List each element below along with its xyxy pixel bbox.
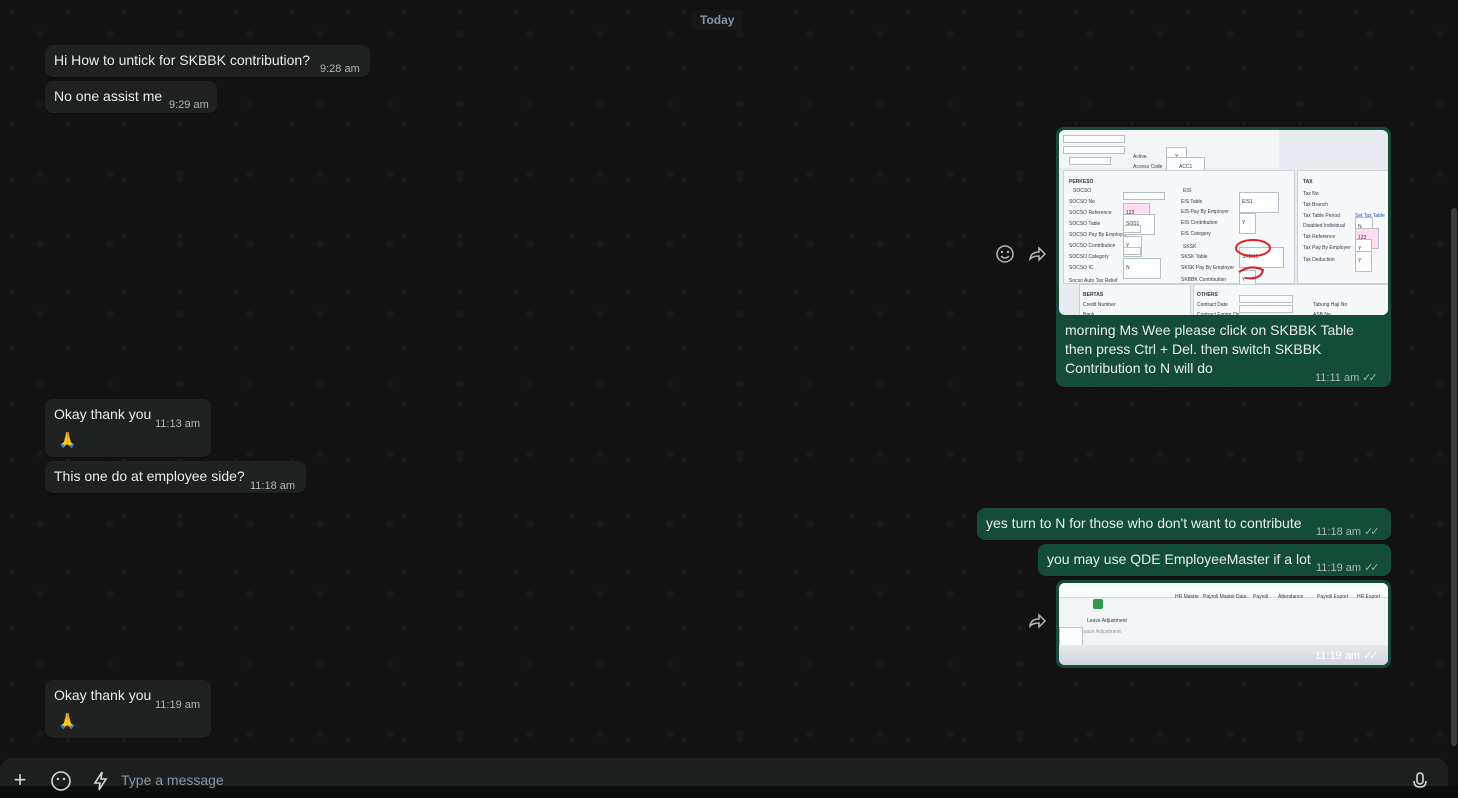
menu-item: Data: [1236, 594, 1247, 600]
message-time: 11:19 am ✓✓: [1316, 562, 1380, 574]
outgoing-image-message[interactable]: Active Access Code Y ACC1 PERKESO SOCSO …: [1056, 127, 1391, 387]
message-text: you may use QDE EmployeeMaster if a lot: [1047, 551, 1311, 567]
message-text: No one assist me: [54, 88, 163, 104]
incoming-message[interactable]: No one assist me 9:29 am: [45, 81, 217, 113]
double-check-icon: ✓✓: [1364, 562, 1380, 574]
menu-item: Payroll Export: [1317, 594, 1349, 600]
folded-hands-emoji: 🙏: [58, 432, 77, 449]
chat-wallpaper: [0, 0, 1458, 786]
caption-line: Contribution to N will do: [1065, 360, 1213, 376]
eis-value: EIS1: [1239, 192, 1279, 213]
message-time: 11:19 am: [155, 699, 201, 711]
smiley-icon[interactable]: [993, 244, 1017, 268]
incoming-message[interactable]: This one do at employee side? 11:18 am: [45, 461, 306, 493]
tax-value: Y: [1355, 251, 1373, 272]
incoming-message[interactable]: Okay thank you 🙏 11:19 am: [45, 680, 211, 738]
message-time: 9:28 am: [320, 63, 360, 75]
menu-item: HR Export: [1357, 594, 1381, 600]
message-time: 11:19 am ✓✓: [1315, 650, 1379, 662]
bottom-field: Bank: [1083, 312, 1095, 315]
date-divider: Today: [692, 10, 743, 30]
eis-value: Y: [1239, 213, 1257, 234]
message-composer: + Type a message: [0, 758, 1448, 792]
form-screenshot-image[interactable]: Active Access Code Y ACC1 PERKESO SOCSO …: [1059, 130, 1388, 315]
leave-icon: [1093, 599, 1103, 609]
folded-hands-emoji: 🙏: [58, 713, 77, 730]
menu-item: Attendance: [1278, 594, 1304, 600]
incoming-message[interactable]: Hi How to untick for SKBBK contribution?…: [45, 45, 370, 77]
double-check-icon: ✓✓: [1364, 526, 1380, 538]
bottom-field: Contract Expire On: [1197, 312, 1240, 315]
caption-line: then press Ctrl + Del. then switch SKBBK: [1065, 341, 1322, 357]
message-text: Hi How to untick for SKBBK contribution?: [54, 52, 311, 68]
double-check-icon: ✓✓: [1362, 372, 1378, 384]
socso-value: N: [1123, 258, 1161, 279]
tax-field: Tax Deduction: [1303, 257, 1335, 263]
message-time: 11:18 am: [250, 480, 296, 492]
forward-icon[interactable]: [1025, 611, 1049, 635]
message-text: Okay thank you: [54, 406, 152, 422]
plus-icon[interactable]: +: [8, 768, 32, 792]
outgoing-message[interactable]: you may use QDE EmployeeMaster if a lot …: [1038, 544, 1391, 576]
scrollbar-thumb[interactable]: [1451, 208, 1457, 746]
double-check-icon: ✓✓: [1363, 650, 1379, 662]
menu-item: HR Master: [1175, 594, 1199, 600]
caption-line: morning Ms Wee please click on SKBBK Tab…: [1065, 322, 1354, 338]
menu-item: Payroll: [1253, 594, 1269, 600]
message-text: yes turn to N for those who don't want t…: [986, 515, 1302, 531]
message-time: 11:11 am ✓✓: [1315, 372, 1378, 384]
message-time: 11:13 am: [155, 418, 201, 430]
mic-icon[interactable]: [1408, 770, 1432, 794]
message-text: Okay thank you: [54, 687, 152, 703]
bottom-field: ASB No: [1313, 312, 1331, 315]
menu-item: Payroll Master: [1203, 594, 1235, 600]
forward-icon[interactable]: [1025, 244, 1049, 268]
leave-adjustment-sub: Leave Adjustment: [1081, 629, 1121, 635]
outgoing-message[interactable]: yes turn to N for those who don't want t…: [977, 508, 1391, 540]
message-time: 11:18 am ✓✓: [1316, 526, 1380, 538]
red-circle-annotation: [1235, 239, 1271, 280]
lightning-icon[interactable]: [89, 770, 113, 794]
outgoing-image-message[interactable]: HR Master Payroll Master Data Payroll At…: [1056, 580, 1391, 668]
sticker-icon[interactable]: [49, 770, 73, 794]
message-time: 9:29 am: [169, 99, 209, 111]
message-text: This one do at employee side?: [54, 468, 245, 484]
incoming-message[interactable]: Okay thank you 🙏 11:13 am: [45, 399, 211, 457]
